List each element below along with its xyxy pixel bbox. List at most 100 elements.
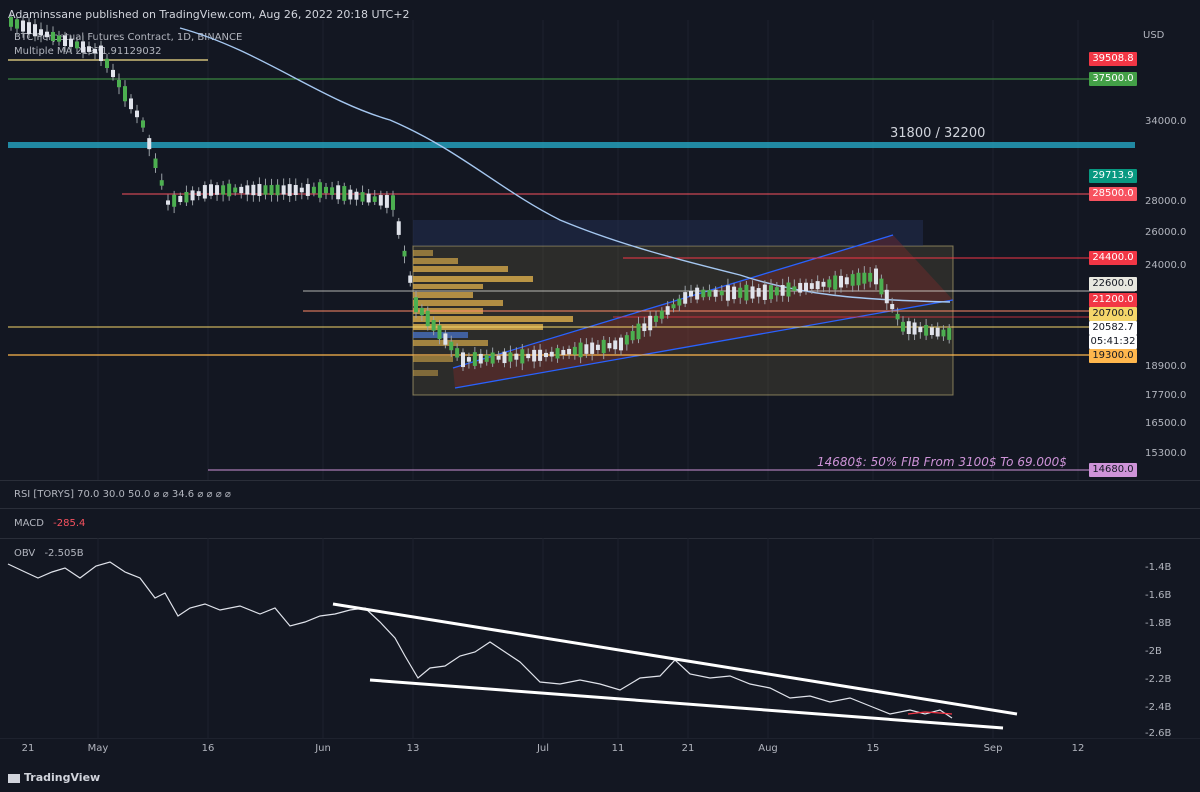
candle-body: [449, 341, 454, 351]
price-chart[interactable]: 31800 / 32200 14680$: 50% FIB From 3100$…: [0, 0, 1200, 480]
obv-tick: -1.4B: [1145, 562, 1172, 573]
candle-body: [590, 342, 595, 354]
candle-body: [27, 22, 31, 35]
candle-body: [378, 195, 383, 206]
obv-lower-trendline: [369, 678, 1004, 730]
candle-body: [844, 277, 849, 285]
candle-body: [595, 344, 600, 351]
candle-body: [725, 285, 730, 301]
candle-body: [209, 184, 213, 196]
candle-body: [269, 185, 274, 195]
candle-body: [414, 297, 418, 313]
time-axis: 21 May 16 Jun 13 Jul 11 21 Aug 15 Sep 12: [0, 738, 1200, 754]
candle-body: [850, 274, 855, 286]
time-tick: 16: [202, 743, 215, 754]
time-tick: Jun: [314, 743, 331, 754]
candle-body: [461, 352, 465, 368]
candle-body: [215, 185, 220, 195]
candle-body: [391, 195, 395, 210]
time-tick: 12: [1072, 743, 1085, 754]
time-tick: Aug: [758, 743, 778, 754]
candle-body: [484, 354, 489, 362]
candle-body: [324, 186, 328, 194]
candle-body: [275, 184, 280, 196]
brand-label: TradingView: [24, 771, 101, 784]
obv-chart[interactable]: -1.4B -1.6B -1.8B -2B -2.2B -2.4B -2.6B: [0, 538, 1200, 738]
candle-body: [901, 321, 905, 332]
candle-body: [879, 278, 884, 295]
candle-body: [99, 45, 103, 62]
candle-body: [9, 16, 13, 27]
candle-body: [601, 339, 606, 354]
candle-body: [15, 19, 19, 29]
candle-body: [929, 327, 934, 335]
price-tick: 16500.0: [1145, 418, 1186, 429]
obv-tick: -2.6B: [1145, 728, 1172, 738]
price-tag-21200: 21200.0: [1089, 293, 1137, 307]
macd-legend: MACD -285.4: [14, 518, 85, 529]
candle-body: [402, 250, 407, 257]
candle-body: [287, 184, 292, 196]
candle-body: [372, 196, 377, 202]
candle-body: [874, 268, 878, 285]
candle-body: [184, 191, 189, 203]
candle-body: [39, 29, 43, 36]
candle-body: [336, 185, 341, 200]
candle-body: [159, 180, 164, 186]
obv-tick: -2B: [1145, 646, 1162, 657]
candle-body: [221, 185, 226, 195]
candle-body: [918, 326, 923, 333]
candle-body: [532, 349, 537, 362]
candle-body: [135, 110, 139, 118]
candle-body: [431, 320, 436, 331]
candle-body: [293, 184, 298, 196]
time-tick: 15: [867, 743, 880, 754]
candle-body: [572, 346, 577, 355]
fib-label: 14680$: 50% FIB From 3100$ To 69.000$: [817, 455, 1067, 469]
candle-body: [317, 182, 322, 198]
candle-body: [166, 200, 170, 205]
obv-line: [7, 561, 953, 719]
candle-body: [762, 284, 767, 300]
candle-body: [526, 353, 531, 359]
candle-body: [695, 287, 700, 300]
time-tick: 21: [682, 743, 695, 754]
macd-label: MACD: [14, 518, 44, 529]
candle-body: [360, 192, 365, 202]
countdown-tag: 05:41:32: [1089, 335, 1137, 349]
candle-body: [419, 307, 424, 316]
candle-body: [33, 24, 37, 37]
candle-body: [862, 272, 867, 284]
candle-body: [689, 290, 693, 297]
candle-body: [227, 183, 232, 197]
time-tick: Sep: [984, 743, 1003, 754]
candle-body: [744, 284, 749, 301]
obv-tick: -2.4B: [1145, 702, 1172, 713]
candle-body: [478, 353, 483, 364]
candle-body: [172, 194, 177, 207]
candle-body: [630, 331, 635, 341]
macd-value: -285.4: [53, 518, 86, 529]
candle-body: [683, 292, 688, 304]
price-tick: 17700.0: [1145, 390, 1186, 401]
candle-body: [496, 355, 501, 360]
candle-body: [584, 344, 589, 354]
candle-body: [786, 282, 791, 297]
candle-body: [884, 289, 889, 304]
candle-body: [713, 289, 718, 297]
candle-body: [129, 98, 133, 110]
candle-body: [701, 289, 706, 298]
tradingview-logo[interactable]: TradingView: [8, 771, 100, 784]
rsi-legend: RSI [TORYS] 70.0 30.0 50.0 ⌀ ⌀ 34.6 ⌀ ⌀ …: [14, 489, 231, 500]
candle-body: [821, 281, 826, 287]
candle-body: [63, 35, 67, 46]
candle-body: [472, 352, 477, 366]
candle-body: [514, 353, 519, 360]
candle-body: [648, 315, 653, 331]
candle-body: [856, 272, 861, 286]
candle-body: [912, 322, 917, 335]
candle-body: [502, 351, 507, 364]
candle-body: [81, 41, 85, 53]
candle-body: [111, 69, 115, 78]
price-tick: 24000.0: [1145, 260, 1186, 271]
